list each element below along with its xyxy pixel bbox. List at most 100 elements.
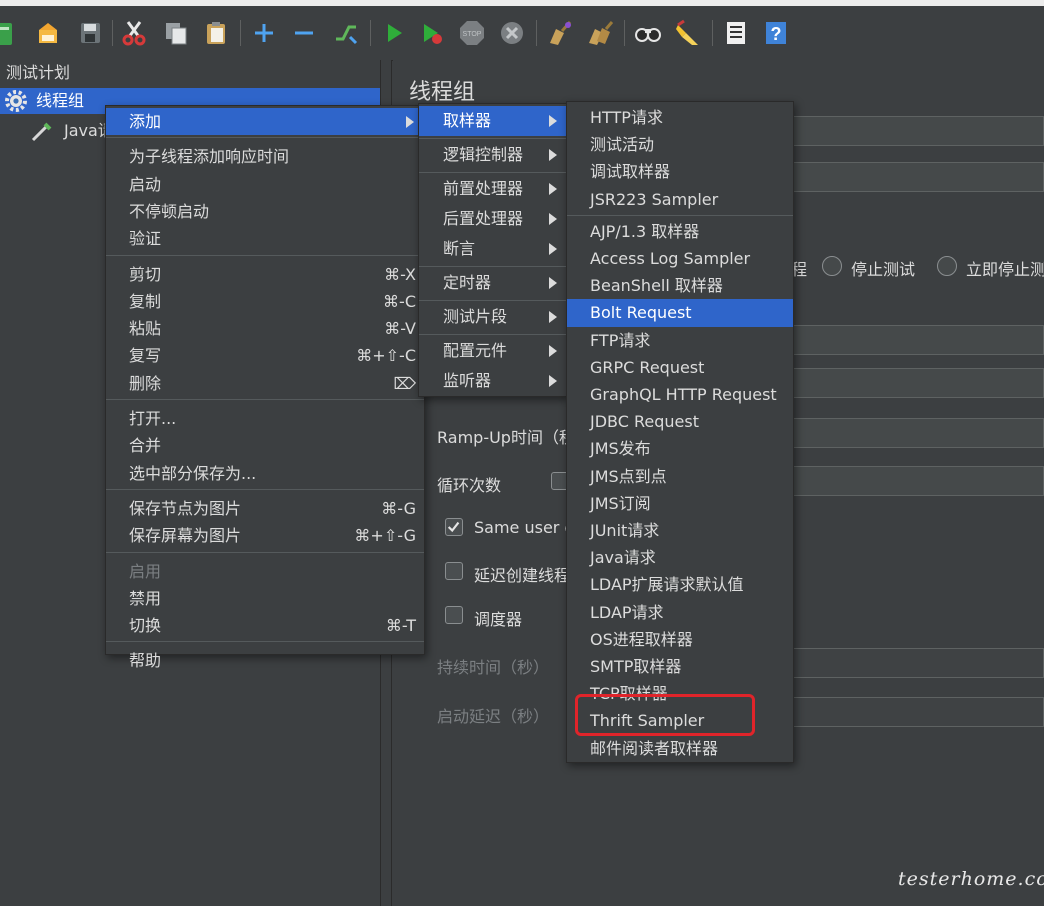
clear-icon[interactable] — [546, 19, 574, 47]
stop-test-radio[interactable] — [822, 256, 842, 276]
add-submenu[interactable]: 取样器逻辑控制器前置处理器 后置处理器 断言定时器测试片段配置元件监听器 — [418, 103, 568, 397]
collapse-icon[interactable] — [290, 19, 318, 47]
sampler-submenu-item-smtp[interactable]: SMTP取样器 — [567, 653, 793, 680]
add-submenu-item-item-2[interactable]: 逻辑控制器 — [419, 140, 567, 170]
threads-field[interactable] — [791, 325, 1044, 355]
sampler-submenu-item-jsr223-sampler[interactable]: JSR223 Sampler — [567, 186, 793, 213]
duration-label: 持续时间（秒） — [437, 658, 550, 677]
startup-delay-field[interactable] — [791, 697, 1044, 727]
sampler-submenu-item-junit[interactable]: JUnit请求 — [567, 517, 793, 544]
context-menu-item-item-3[interactable]: 启动 — [106, 171, 424, 198]
menu-item-label: 剪切 — [129, 264, 162, 284]
add-submenu-item-item-10[interactable]: 测试片段 — [419, 302, 567, 332]
context-menu-item-item-0[interactable]: 添加 — [106, 108, 424, 136]
start-icon[interactable] — [380, 19, 408, 47]
add-submenu-item-item-5[interactable]: 后置处理器 — [419, 204, 567, 234]
sampler-submenu-item-jms[interactable]: JMS点到点 — [567, 463, 793, 490]
menu-item-label: JMS订阅 — [590, 493, 651, 513]
rampup-field[interactable] — [791, 418, 1044, 448]
stop-now-radio[interactable] — [937, 256, 957, 276]
context-menu-item-item-20[interactable]: 启用 — [106, 558, 424, 585]
sampler-submenu-item-ldap[interactable]: LDAP请求 — [567, 599, 793, 626]
new-icon[interactable] — [0, 19, 16, 47]
menu-item-shortcut: ⌦ — [393, 373, 416, 393]
templates-icon[interactable] — [34, 19, 62, 47]
sampler-submenu-item-bolt-request[interactable]: Bolt Request — [567, 299, 793, 327]
sampler-submenu-item-item-24[interactable]: 邮件阅读者取样器 — [567, 735, 793, 762]
sampler-submenu-item-http[interactable]: HTTP请求 — [567, 104, 793, 131]
context-menu-item-item-13[interactable]: 打开... — [106, 405, 424, 432]
sampler-submenu-item-beanshell[interactable]: BeanShell 取样器 — [567, 272, 793, 299]
context-menu-item-item-7[interactable]: 剪切 ⌘-X — [106, 261, 424, 288]
menu-item-label: LDAP扩展请求默认值 — [590, 575, 744, 595]
context-menu-item-item-17[interactable]: 保存节点为图片 ⌘-G — [106, 495, 424, 522]
sampler-submenu-item-item-1[interactable]: 测试活动 — [567, 131, 793, 158]
sampler-submenu-item-java[interactable]: Java请求 — [567, 544, 793, 571]
tree-node-test-plan[interactable]: 测试计划 — [6, 60, 70, 86]
menu-item-label: OS进程取样器 — [590, 629, 693, 649]
search-icon[interactable] — [634, 19, 662, 47]
menu-item-label: JMS点到点 — [590, 466, 667, 486]
sampler-submenu-item-grpc-request[interactable]: GRPC Request — [567, 354, 793, 381]
context-menu-item-item-11[interactable]: 删除 ⌦ — [106, 370, 424, 397]
menu-item-label: 复制 — [129, 291, 162, 311]
context-menu-item-item-4[interactable]: 不停顿启动 — [106, 198, 424, 225]
sampler-submenu-item-jms[interactable]: JMS发布 — [567, 435, 793, 462]
shutdown-icon[interactable] — [498, 19, 526, 47]
save-icon[interactable] — [76, 19, 104, 47]
add-submenu-item-item-4[interactable]: 前置处理器 — [419, 174, 567, 204]
cut-icon[interactable] — [120, 19, 148, 47]
context-menu-item-item-24[interactable]: 帮助 — [106, 647, 424, 674]
menu-item-label: 配置元件 — [443, 341, 508, 360]
context-menu-item-item-14[interactable]: 合并 — [106, 432, 424, 459]
same-user-checkbox[interactable] — [445, 518, 463, 536]
toolbar-separator — [712, 20, 713, 46]
context-menu-item-item-10[interactable]: 复写 ⌘+⇧-C — [106, 342, 424, 369]
sampler-submenu-item-jdbc-request[interactable]: JDBC Request — [567, 408, 793, 435]
name-field[interactable] — [791, 116, 1044, 146]
copy-icon[interactable] — [162, 19, 190, 47]
delay-create-checkbox[interactable] — [445, 562, 463, 580]
clear-all-icon[interactable] — [586, 19, 614, 47]
sampler-submenu-item-os[interactable]: OS进程取样器 — [567, 626, 793, 653]
add-submenu-item-item-12[interactable]: 配置元件 — [419, 336, 567, 366]
sampler-submenu-item-item-2[interactable]: 调试取样器 — [567, 158, 793, 185]
paste-icon[interactable] — [202, 19, 230, 47]
context-menu-item-item-22[interactable]: 切换 ⌘-T — [106, 612, 424, 639]
context-menu-item-item-8[interactable]: 复制 ⌘-C — [106, 288, 424, 315]
loop-count-field[interactable] — [791, 466, 1044, 496]
function-helper-icon[interactable] — [722, 19, 750, 47]
sampler-submenu-item-ajp-1-3[interactable]: AJP/1.3 取样器 — [567, 218, 793, 245]
sampler-submenu-item-access-log-sampler[interactable]: Access Log Sampler — [567, 245, 793, 272]
highlight-annotation-box — [575, 694, 755, 736]
add-submenu-item-item-6[interactable]: 断言 — [419, 234, 567, 264]
context-menu[interactable]: 添加为子线程添加响应时间 启动 不停顿启动 验证剪切 ⌘-X 复制 ⌘-C 粘贴 ⌘-V 复写 ⌘+… — [105, 105, 425, 670]
menu-item-label: 保存屏幕为图片 — [129, 526, 242, 546]
stop-icon[interactable]: STOP — [458, 19, 486, 47]
add-submenu-item-item-13[interactable]: 监听器 — [419, 366, 567, 396]
duration-field[interactable] — [791, 648, 1044, 678]
menu-separator — [106, 641, 424, 643]
sampler-submenu-item-ldap[interactable]: LDAP扩展请求默认值 — [567, 571, 793, 598]
toolbar-separator — [240, 20, 241, 46]
thread-count-field[interactable] — [791, 368, 1044, 398]
comments-field[interactable] — [791, 162, 1044, 192]
add-submenu-item-item-8[interactable]: 定时器 — [419, 268, 567, 298]
help-icon[interactable]: ? — [762, 19, 790, 47]
scheduler-checkbox[interactable] — [445, 606, 463, 624]
toggle-icon[interactable] — [332, 19, 360, 47]
sampler-submenu-item-ftp[interactable]: FTP请求 — [567, 327, 793, 354]
context-menu-item-item-21[interactable]: 禁用 — [106, 585, 424, 612]
sampler-submenu-item-graphql-http-request[interactable]: GraphQL HTTP Request — [567, 381, 793, 408]
add-submenu-item-item-0[interactable]: 取样器 — [419, 106, 567, 136]
expand-icon[interactable] — [250, 19, 278, 47]
sampler-submenu[interactable]: HTTP请求 测试活动 调试取样器 JSR223 Sampler AJP/1.3 取样器… — [566, 101, 794, 763]
context-menu-item-item-2[interactable]: 为子线程添加响应时间 — [106, 143, 424, 170]
context-menu-item-item-15[interactable]: 选中部分保存为... — [106, 460, 424, 487]
start-no-pause-icon[interactable] — [418, 19, 446, 47]
context-menu-item-item-5[interactable]: 验证 — [106, 225, 424, 252]
sampler-submenu-item-jms[interactable]: JMS订阅 — [567, 490, 793, 517]
context-menu-item-item-9[interactable]: 粘贴 ⌘-V — [106, 315, 424, 342]
context-menu-item-item-18[interactable]: 保存屏幕为图片 ⌘+⇧-G — [106, 522, 424, 549]
reset-search-icon[interactable] — [674, 19, 702, 47]
